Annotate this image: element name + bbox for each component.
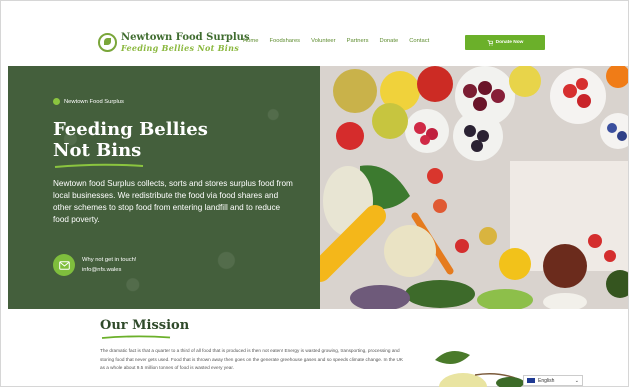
site-logo[interactable]: Newtown Food Surplus Feeding Bellies Not… (98, 32, 250, 53)
donate-now-label: Donate Now (495, 40, 524, 45)
mission-paragraph: The dramatic fact is that a quarter to a… (100, 348, 404, 371)
cart-icon (487, 39, 493, 46)
nav-home[interactable]: Home (243, 38, 258, 44)
hero-title-underline (54, 163, 144, 168)
hero-kicker: Newtown Food Surplus (53, 98, 124, 105)
nav-partners[interactable]: Partners (347, 38, 369, 44)
hero-produce-image (320, 66, 628, 309)
hero-title: Feeding Bellies Not Bins (53, 119, 303, 161)
nav-foodshares[interactable]: Foodshares (269, 38, 300, 44)
logo-leaf-icon (98, 33, 117, 52)
contact-block[interactable]: Why not get in touch! info@nfs.wales (53, 254, 136, 276)
uk-flag-icon (527, 378, 535, 383)
mail-icon (53, 254, 75, 276)
hero-title-line-1: Feeding Bellies (53, 119, 208, 140)
language-label: English (538, 377, 555, 384)
mission-heading: Our Mission (100, 318, 190, 333)
nav-volunteer[interactable]: Volunteer (311, 38, 336, 44)
mission-heading-underline (101, 335, 171, 339)
hero-title-line-2: Not Bins (53, 140, 142, 161)
hero-kicker-text: Newtown Food Surplus (64, 98, 124, 105)
contact-label: Why not get in touch! (82, 257, 137, 263)
site-header: Newtown Food Surplus Feeding Bellies Not… (0, 22, 629, 66)
language-selector[interactable]: English ⌄ (523, 375, 583, 386)
donate-now-button[interactable]: Donate Now (465, 35, 545, 50)
hero-description: Newtown food Surplus collects, sorts and… (53, 179, 293, 224)
produce-photo-illustration (320, 66, 628, 309)
hero-section: Newtown Food Surplus Feeding Bellies Not… (8, 66, 628, 309)
contact-email[interactable]: info@nfs.wales (82, 265, 136, 275)
logo-subtitle: Feeding Bellies Not Bins (121, 43, 240, 53)
hero-panel: Newtown Food Surplus Feeding Bellies Not… (8, 66, 320, 309)
apple-icon (53, 98, 60, 105)
nav-contact[interactable]: Contact (409, 38, 429, 44)
nav-donate[interactable]: Donate (380, 38, 399, 44)
chevron-down-icon: ⌄ (574, 377, 579, 384)
main-nav: Home Foodshares Volunteer Partners Donat… (243, 38, 440, 44)
logo-title: Newtown Food Surplus (121, 32, 250, 43)
